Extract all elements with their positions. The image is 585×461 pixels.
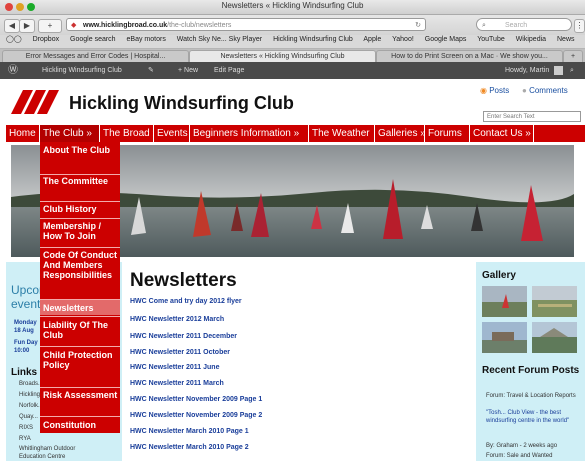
menu-newsletters[interactable]: Newsletters [40, 299, 120, 315]
menu-about-the-club[interactable]: About The Club [40, 145, 120, 174]
bookmark-item[interactable]: Wikipedia [516, 36, 546, 43]
search-placeholder: Search [505, 22, 528, 29]
bookmarks-bar: ◯◯ Dropbox Google search eBay motors Wat… [0, 35, 585, 49]
reader-button[interactable]: ⋮ [574, 19, 585, 33]
nav-forums[interactable]: Forums [425, 125, 470, 142]
search-icon: ⌕ [482, 22, 486, 29]
howdy-user-menu[interactable]: Howdy, Martin [505, 62, 549, 79]
bookmark-item[interactable]: Google search [70, 36, 116, 43]
forum-category[interactable]: Forum: Sale and Wanted [486, 452, 582, 460]
bookmark-item[interactable]: Yahoo! [392, 36, 414, 43]
newsletter-link[interactable]: HWC Come and try day 2012 flyer [130, 298, 242, 305]
bookmark-item[interactable]: News [557, 36, 575, 43]
reading-list-icon[interactable]: ◯◯ [6, 36, 22, 43]
comments-rss-link[interactable]: ● Comments [522, 86, 568, 95]
comments-rss-icon: ● [522, 86, 530, 95]
menu-membership[interactable]: Membership / How To Join [40, 218, 120, 247]
nav-contact-us[interactable]: Contact Us » [470, 125, 534, 142]
nav-the-club[interactable]: The Club » [40, 125, 100, 142]
forward-button[interactable]: ▶ [19, 19, 35, 33]
menu-club-history[interactable]: Club History [40, 201, 120, 218]
reload-icon[interactable]: ↻ [415, 19, 421, 30]
window-titlebar: Newsletters « Hickling Windsurfing Club [0, 0, 585, 15]
browser-toolbar: ◀ ▶ + ◆ www.hicklingbroad.co.uk/the-club… [0, 15, 585, 35]
avatar[interactable] [554, 66, 563, 75]
nav-home[interactable]: Home [6, 125, 40, 142]
new-label: New [184, 67, 199, 74]
bookmark-item[interactable]: Dropbox [33, 36, 59, 43]
menu-child-protection[interactable]: Child Protection Policy [40, 346, 120, 386]
nav-the-broad[interactable]: The Broad » [100, 125, 154, 142]
window-title: Newsletters « Hickling Windsurfing Club [221, 1, 364, 10]
posts-rss-link[interactable]: ◉ Posts [480, 86, 509, 95]
wp-admin-bar: Ⓦ Hickling Windsurfing Club ✎ + New Edit… [0, 62, 585, 79]
comments-label: Comments [529, 86, 568, 95]
gallery-title: Gallery [482, 270, 516, 281]
site-search-input[interactable]: Enter Search Text [483, 111, 581, 122]
share-button[interactable]: + [38, 19, 62, 33]
nav-beginners-information[interactable]: Beginners Information » [190, 125, 309, 142]
admin-search-icon[interactable]: ⌕ [570, 62, 574, 79]
edit-page-link[interactable]: Edit Page [214, 62, 244, 79]
gallery-thumbnail[interactable] [532, 286, 577, 317]
link-item[interactable]: Education Centre [19, 454, 65, 460]
url-domain: www.hicklingbroad.co.uk [83, 22, 168, 29]
menu-the-committee[interactable]: The Committee [40, 174, 120, 200]
nav-events[interactable]: Events [154, 125, 190, 142]
link-item[interactable]: Whitlingham Outdoor [19, 446, 75, 452]
rss-icon: ◉ [480, 86, 490, 95]
menu-constitution[interactable]: Constitution [40, 416, 120, 433]
url-path: /the-club/newsletters [167, 22, 232, 29]
new-content-menu[interactable]: + New [178, 62, 198, 79]
newsletter-link[interactable]: HWC Newsletter November 2009 Page 1 [130, 396, 262, 403]
newsletter-link[interactable]: HWC Newsletter 2011 March [130, 380, 224, 387]
newsletter-link[interactable]: HWC Newsletter 2011 December [130, 333, 237, 340]
wordpress-logo-icon[interactable]: Ⓦ [8, 62, 18, 79]
gallery-thumbnail[interactable] [532, 322, 577, 353]
bookmark-item[interactable]: Google Maps [425, 36, 467, 43]
page-title: Newsletters [130, 270, 237, 291]
site-favicon-icon: ◆ [71, 22, 77, 29]
main-navigation: Home The Club » The Broad » Events Begin… [6, 125, 585, 142]
site-title[interactable]: Hickling Windsurfing Club [69, 93, 294, 114]
recent-forum-posts-title: Recent Forum Posts [482, 365, 580, 376]
nav-the-weather[interactable]: The Weather [309, 125, 375, 142]
gallery-thumbnail[interactable] [482, 322, 527, 353]
address-bar[interactable]: ◆ www.hicklingbroad.co.uk/the-club/newsl… [66, 18, 426, 31]
club-logo-icon [11, 90, 59, 114]
newsletter-link[interactable]: HWC Newsletter March 2010 Page 2 [130, 444, 249, 451]
forum-category[interactable]: Forum: Travel & Location Reports [486, 392, 582, 400]
browser-search-input[interactable]: ⌕ Search [476, 18, 572, 31]
menu-risk-assessment[interactable]: Risk Assessment [40, 387, 120, 415]
bookmark-item[interactable]: Hickling Windsurfing Club [273, 36, 353, 43]
bookmark-item[interactable]: Apple [363, 36, 381, 43]
menu-liability[interactable]: Liability Of The Club [40, 316, 120, 345]
menu-code-of-conduct[interactable]: Code Of Conduct And Members Responsibili… [40, 247, 120, 297]
bookmark-item[interactable]: eBay motors [127, 36, 166, 43]
comments-bubble-icon[interactable]: ✎ [148, 62, 154, 79]
link-item[interactable]: RYA [19, 436, 31, 442]
links-title: Links [11, 367, 38, 378]
posts-label: Posts [489, 86, 510, 95]
forum-post-meta: By: Graham - 2 weeks ago [486, 443, 558, 449]
the-club-dropdown-menu: About The Club The Committee Club Histor… [40, 142, 120, 433]
newsletter-link[interactable]: HWC Newsletter 2011 October [130, 349, 230, 356]
newsletter-link[interactable]: HWC Newsletter 2011 June [130, 364, 219, 371]
nav-galleries[interactable]: Galleries » [375, 125, 425, 142]
link-item[interactable]: RIXS [19, 425, 33, 431]
newsletter-link[interactable]: HWC Newsletter 2012 March [130, 316, 224, 323]
bookmark-item[interactable]: YouTube [477, 36, 505, 43]
newsletter-link[interactable]: HWC Newsletter November 2009 Page 2 [130, 412, 262, 419]
newsletter-link[interactable]: HWC Newsletter March 2010 Page 1 [130, 428, 249, 435]
admin-site-name[interactable]: Hickling Windsurfing Club [42, 62, 122, 79]
link-item[interactable]: Quay... [19, 414, 38, 420]
gallery-thumbnail[interactable] [482, 286, 527, 317]
tab-bar: Error Messages and Error Codes | Hospita… [0, 49, 585, 63]
bookmark-item[interactable]: Watch Sky Ne... Sky Player [177, 36, 262, 43]
back-button[interactable]: ◀ [4, 19, 20, 33]
forum-post-link[interactable]: "Tosh... Club View - the best windsurfin… [486, 409, 582, 425]
